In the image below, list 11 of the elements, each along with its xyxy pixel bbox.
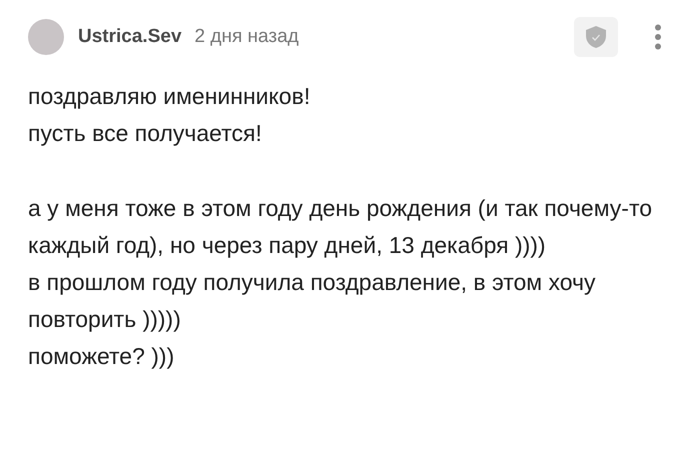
author-name[interactable]: Ustrica.Sev (78, 26, 182, 48)
shield-button[interactable] (574, 17, 618, 57)
comment-text: поздравляю именинников! (28, 82, 312, 111)
shield-icon (585, 25, 607, 49)
comment-text: в прошлом году получила поздравление, в этом хочу повторить ))))) (28, 268, 597, 334)
comment-text: поможете? ))) (28, 342, 176, 371)
avatar[interactable] (28, 19, 64, 55)
comment-time: 2 дня назад (194, 26, 299, 48)
comment-text: а у меня тоже в этом году день рождения (и так почему-то каждый год), но через пару дней, 13 декабря )))) (28, 194, 654, 260)
more-icon[interactable] (654, 24, 662, 50)
comment-text: пусть все получается! (28, 119, 263, 148)
